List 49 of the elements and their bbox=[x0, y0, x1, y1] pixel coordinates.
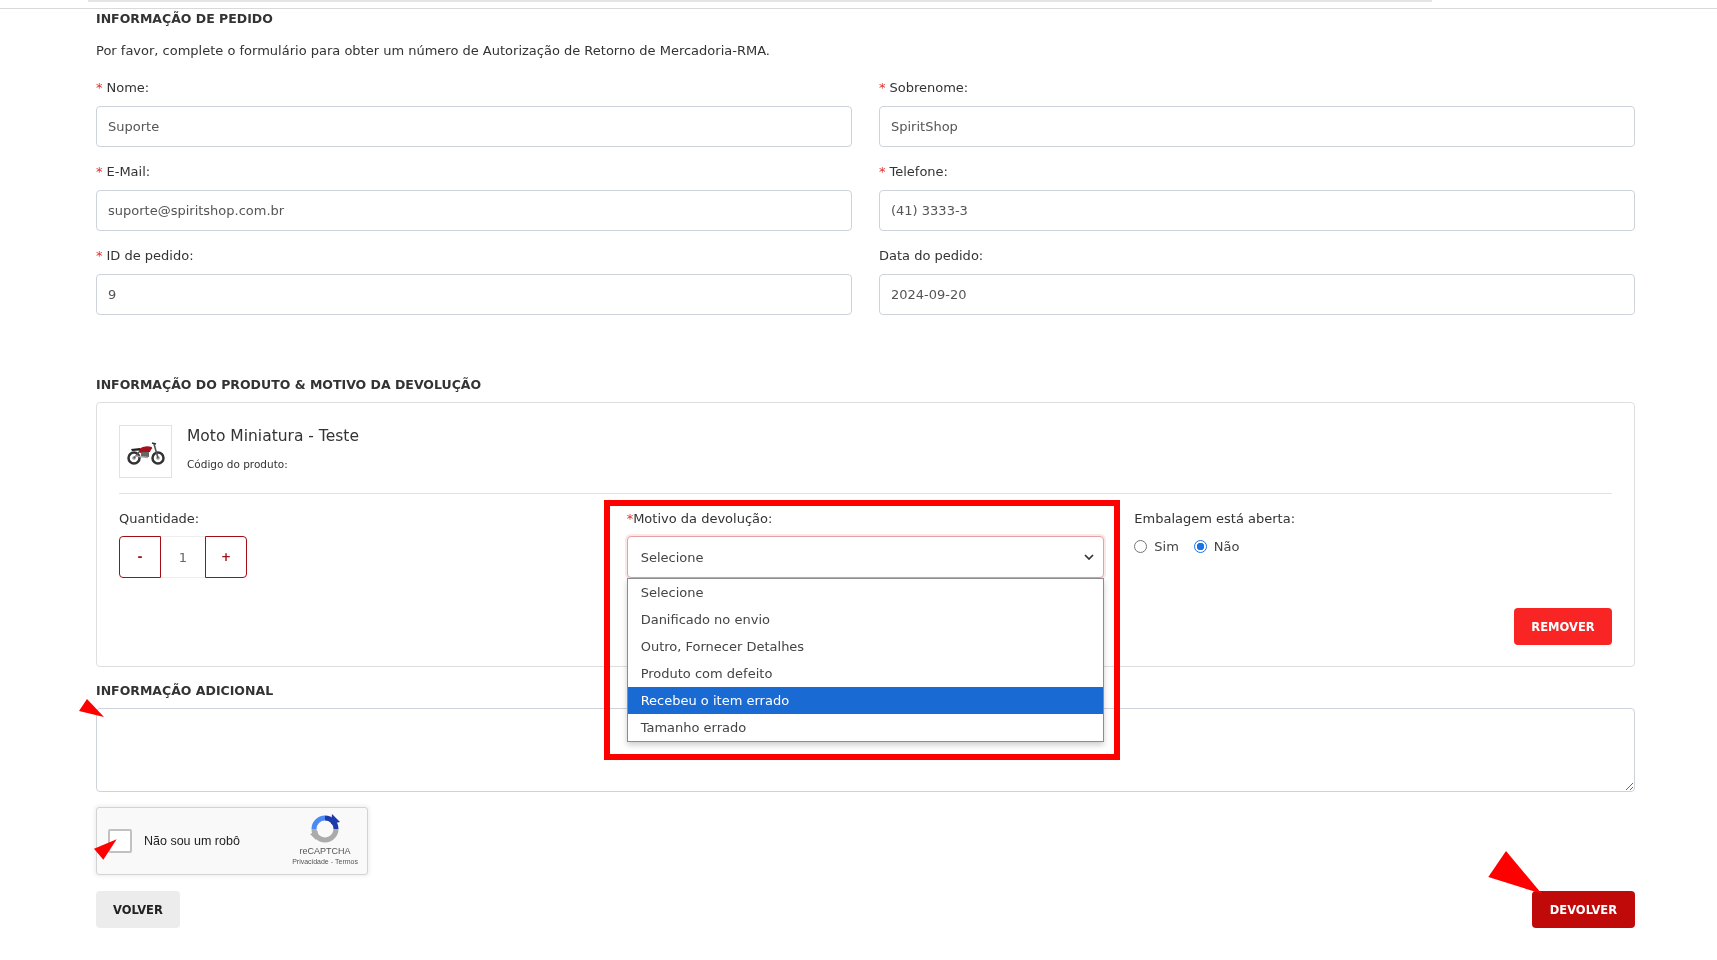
product-code-label: Código do produto: bbox=[187, 457, 289, 472]
quantity-field[interactable]: 1 bbox=[161, 536, 205, 578]
dropdown-option[interactable]: Recebeu o item errado bbox=[627, 687, 1104, 714]
required-mark: * bbox=[96, 163, 103, 181]
section-heading: INFORMAÇÃO DO PRODUTO & MOTIVO DA DEVOLUÇÃO bbox=[96, 376, 482, 394]
required-mark: * bbox=[96, 79, 103, 97]
field-label: E-Mail: bbox=[106, 163, 151, 181]
chevron-down-icon bbox=[1084, 554, 1095, 560]
decrement-button[interactable]: - bbox=[119, 536, 161, 578]
text-field[interactable]: 9 bbox=[96, 274, 852, 315]
captcha-label: Não sou um robô bbox=[144, 834, 241, 848]
circular-arrows-icon bbox=[310, 814, 341, 844]
remove-button[interactable]: REMOVER bbox=[1514, 608, 1612, 645]
captcha-brand: reCAPTCHA bbox=[299, 846, 351, 857]
text-field[interactable]: 2024-09-20 bbox=[879, 274, 1635, 315]
dropdown-option[interactable]: Outro, Fornecer Detalhes bbox=[627, 633, 1104, 660]
dropdown-option[interactable]: Danificado no envio bbox=[627, 606, 1104, 633]
field-label: Motivo da devolução: bbox=[633, 510, 773, 528]
dropdown-option[interactable]: Tamanho errado bbox=[627, 714, 1104, 741]
radio-label: Não bbox=[1213, 538, 1240, 554]
dropdown-option[interactable]: Selecione bbox=[627, 579, 1104, 606]
product-name: Moto Miniatura - Teste bbox=[187, 426, 359, 447]
submit-button[interactable]: DEVOLVER bbox=[1531, 891, 1635, 928]
text-field[interactable]: SpiritShop bbox=[879, 106, 1635, 147]
increment-button[interactable]: + bbox=[205, 536, 247, 578]
field-label: Data do pedido: bbox=[879, 247, 984, 265]
required-mark: * bbox=[879, 79, 886, 97]
radio-button[interactable] bbox=[1134, 539, 1148, 553]
field-label: Nome: bbox=[106, 79, 150, 97]
text-field[interactable]: (41) 3333-3 bbox=[879, 190, 1635, 231]
intro-text: Por favor, complete o formulário para obter um número de Autorização de Retorno de Mercadoria-RMA. bbox=[96, 42, 770, 60]
required-mark: * bbox=[626, 510, 634, 528]
field-label: Telefone: bbox=[889, 163, 948, 181]
section-heading: INFORMAÇÃO DE PEDIDO bbox=[96, 10, 273, 28]
field-label: Quantidade: bbox=[119, 510, 200, 528]
radio-label: Sim bbox=[1154, 538, 1179, 554]
section-heading: INFORMAÇÃO ADICIONAL bbox=[96, 682, 274, 700]
field-label: ID de pedido: bbox=[106, 247, 194, 265]
text-field[interactable]: Suporte bbox=[96, 106, 852, 147]
reason-select[interactable]: Selecione bbox=[626, 536, 1105, 578]
field-label: Sobrenome: bbox=[889, 79, 969, 97]
checkbox[interactable] bbox=[108, 829, 132, 853]
field-label: Embalagem está aberta: bbox=[1134, 510, 1296, 528]
required-mark: * bbox=[879, 163, 886, 181]
back-button[interactable]: VOLVER bbox=[96, 891, 180, 928]
required-mark: * bbox=[96, 247, 103, 265]
text-field[interactable]: suporte@spiritshop.com.br bbox=[96, 190, 852, 231]
radio-button[interactable] bbox=[1193, 539, 1207, 553]
dropdown-option[interactable]: Produto com defeito bbox=[627, 660, 1104, 687]
